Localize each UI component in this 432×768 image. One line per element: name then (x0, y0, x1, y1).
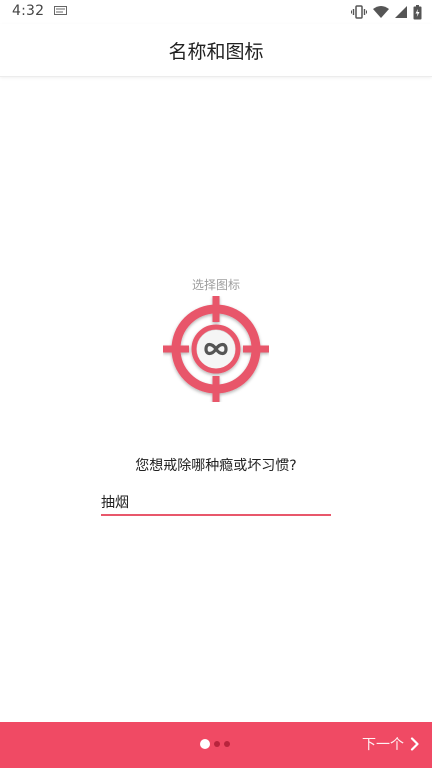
icon-picker-caption: 选择图标 (191, 278, 240, 292)
page-dot (214, 741, 220, 747)
app-bar: 名称和图标 (0, 24, 432, 77)
status-icons (351, 4, 422, 20)
chevron-right-icon (410, 737, 419, 751)
page-title: 名称和图标 (168, 41, 264, 63)
vibrate-icon (351, 5, 367, 19)
signal-icon (395, 6, 407, 18)
habit-name-input[interactable] (101, 490, 331, 516)
notification-icon (54, 6, 67, 15)
status-bar: 4:32 (0, 0, 432, 24)
battery-icon (413, 4, 422, 19)
habit-question: 您想戒除哪种瘾或坏习惯? (135, 458, 297, 474)
target-icon[interactable] (163, 296, 269, 402)
page-dot-active (200, 739, 210, 749)
wifi-icon (373, 6, 389, 18)
status-time: 4:32 (12, 3, 45, 19)
page-indicator (200, 739, 230, 749)
bottom-bar: 下一个 (0, 722, 432, 768)
page-dot (224, 741, 230, 747)
next-button[interactable]: 下一个 (362, 734, 420, 754)
next-button-label: 下一个 (362, 737, 404, 753)
